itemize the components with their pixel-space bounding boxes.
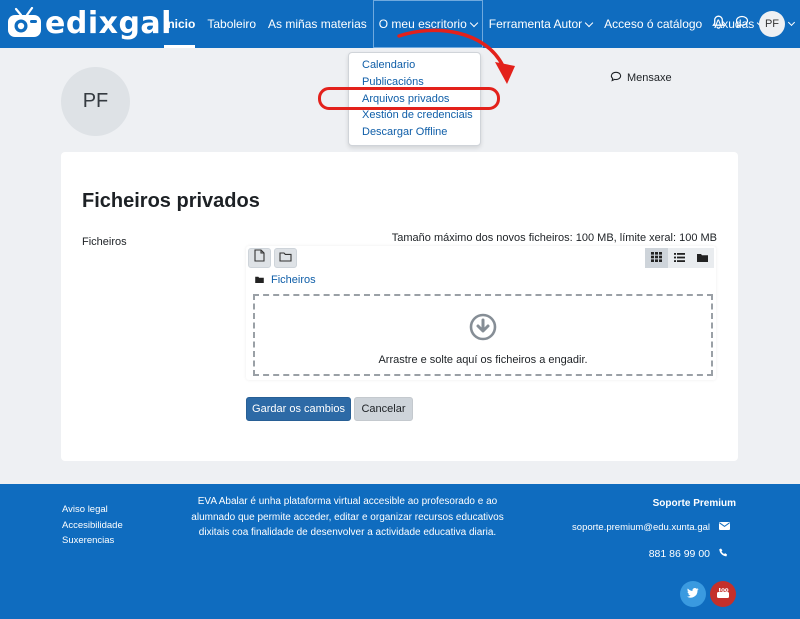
add-file-button[interactable] bbox=[248, 248, 271, 268]
footer-link-accesibilidade[interactable]: Accesibilidade bbox=[62, 518, 123, 534]
brand-name: edixgal bbox=[45, 6, 172, 41]
file-manager-toolbar bbox=[246, 246, 716, 272]
twitter-button[interactable] bbox=[680, 581, 706, 607]
page-title: Ficheiros privados bbox=[82, 190, 260, 212]
chat-bubble-icon[interactable] bbox=[735, 15, 749, 33]
social-links bbox=[680, 581, 736, 607]
message-label: Mensaxe bbox=[627, 72, 672, 84]
folder-icon bbox=[697, 249, 708, 267]
escritorio-dropdown-menu: Calendario Publicacións Arquivos privado… bbox=[348, 52, 481, 146]
chevron-down-icon bbox=[787, 18, 796, 27]
file-icon bbox=[254, 249, 265, 267]
grid-icon bbox=[651, 249, 662, 267]
nav-item-escritorio[interactable]: O meu escritorio bbox=[372, 0, 483, 48]
folder-icon bbox=[279, 249, 292, 267]
bell-icon[interactable] bbox=[712, 15, 725, 34]
nav-label: As miñas materias bbox=[268, 17, 367, 31]
nav-label: Ferramenta Autor bbox=[488, 17, 583, 31]
nav-item-taboleiro[interactable]: Taboleiro bbox=[201, 0, 262, 48]
support-email-link[interactable]: soporte.premium@edu.xunta.gal bbox=[572, 522, 730, 533]
phone-icon bbox=[719, 548, 728, 560]
chevron-down-icon bbox=[584, 18, 594, 27]
site-logo[interactable]: edixgal bbox=[6, 7, 172, 41]
menu-item-descargar-offline[interactable]: Descargar Offline bbox=[349, 124, 480, 141]
support-phone-text: 881 86 99 00 bbox=[648, 548, 710, 560]
max-size-info: Tamaño máximo dos novos ficheiros: 100 M… bbox=[391, 232, 717, 244]
twitter-icon bbox=[687, 585, 699, 603]
envelope-icon bbox=[719, 522, 730, 533]
menu-item-xestion-credenciais[interactable]: Xestión de credenciais bbox=[349, 107, 480, 124]
footer-link-aviso-legal[interactable]: Aviso legal bbox=[62, 502, 123, 518]
download-arrow-icon bbox=[469, 313, 497, 346]
site-footer: Aviso legal Accesibilidade Suxerencias E… bbox=[0, 484, 800, 619]
main-content-card: Ficheiros privados Ficheiros Tamaño máxi… bbox=[61, 152, 738, 461]
breadcrumb[interactable]: Ficheiros bbox=[246, 272, 716, 287]
view-list-button[interactable] bbox=[668, 248, 691, 268]
view-icons-button[interactable] bbox=[645, 248, 668, 268]
menu-item-publicacions[interactable]: Publicacións bbox=[349, 74, 480, 91]
support-phone-link[interactable]: 881 86 99 00 bbox=[649, 548, 728, 560]
nav-label: Acceso ó catálogo bbox=[604, 17, 703, 31]
footer-link-suxerencias[interactable]: Suxerencias bbox=[62, 533, 123, 549]
youtube-button[interactable] bbox=[710, 581, 736, 607]
dropzone-text: Arrastre e solte aquí os ficheiros a eng… bbox=[378, 354, 588, 366]
nav-item-ferramenta-autor[interactable]: Ferramenta Autor bbox=[483, 0, 598, 48]
footer-links: Aviso legal Accesibilidade Suxerencias bbox=[62, 502, 123, 549]
message-button[interactable]: Mensaxe bbox=[610, 71, 672, 85]
menu-item-arquivos-privados[interactable]: Arquivos privados bbox=[349, 91, 480, 108]
menu-item-calendario[interactable]: Calendario bbox=[349, 57, 480, 74]
folder-icon bbox=[255, 274, 264, 286]
support-title: Soporte Premium bbox=[652, 498, 736, 509]
files-field-label: Ficheiros bbox=[82, 236, 127, 248]
file-dropzone[interactable]: Arrastre e solte aquí os ficheiros a eng… bbox=[253, 294, 713, 376]
nav-label: Taboleiro bbox=[207, 17, 257, 31]
top-navbar: edixgal Inicio Taboleiro As miñas materi… bbox=[0, 0, 800, 48]
save-button[interactable]: Gardar os cambios bbox=[246, 397, 351, 421]
tv-logo-icon bbox=[6, 6, 44, 41]
profile-avatar: PF bbox=[61, 67, 130, 136]
footer-description: EVA Abalar é unha plataforma virtual acc… bbox=[191, 496, 504, 538]
breadcrumb-folder-link[interactable]: Ficheiros bbox=[271, 274, 316, 286]
nav-item-catalogo[interactable]: Acceso ó catálogo bbox=[598, 0, 708, 48]
chevron-down-icon bbox=[469, 18, 479, 27]
nav-item-inicio[interactable]: Inicio bbox=[158, 0, 201, 48]
cancel-button[interactable]: Cancelar bbox=[354, 397, 413, 421]
avatar: PF bbox=[759, 11, 785, 37]
nav-item-materias[interactable]: As miñas materias bbox=[262, 0, 373, 48]
view-switcher bbox=[645, 248, 714, 268]
nav-label: Inicio bbox=[164, 17, 196, 31]
youtube-icon bbox=[717, 585, 729, 603]
create-folder-button[interactable] bbox=[274, 248, 297, 268]
view-tree-button[interactable] bbox=[691, 248, 714, 268]
list-icon bbox=[674, 249, 685, 267]
file-manager: Ficheiros Arrastre e solte aquí os fiche… bbox=[246, 246, 716, 380]
nav-label: O meu escritorio bbox=[378, 17, 467, 31]
chat-bubble-icon bbox=[610, 71, 622, 85]
user-menu[interactable]: PF bbox=[759, 11, 796, 37]
support-email-text: soporte.premium@edu.xunta.gal bbox=[572, 522, 710, 533]
